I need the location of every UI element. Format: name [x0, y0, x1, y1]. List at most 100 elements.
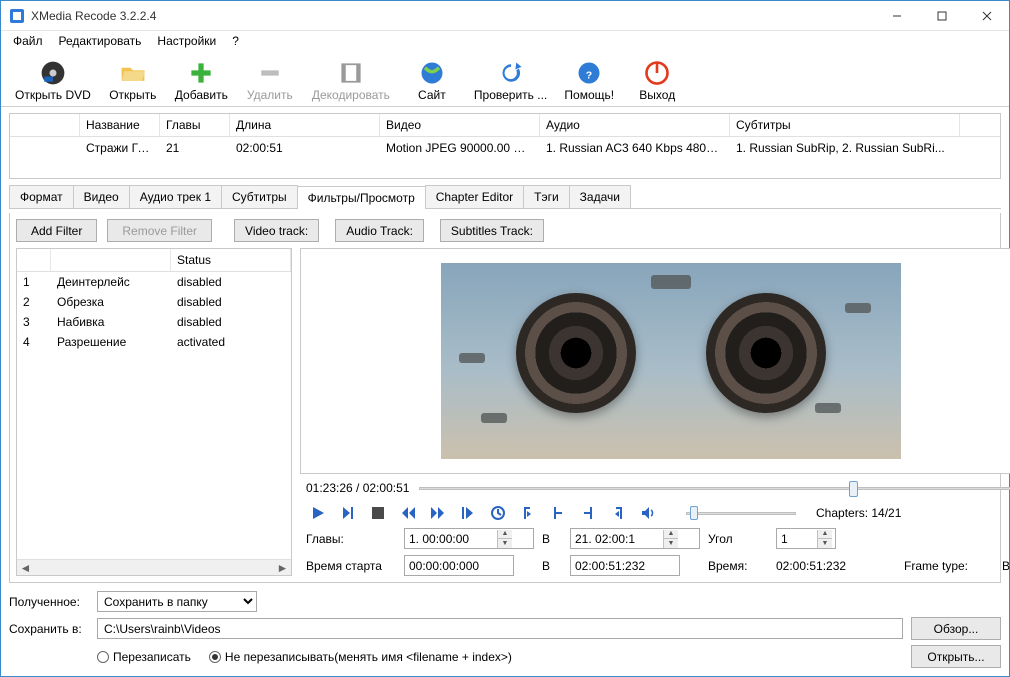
col-audio[interactable]: Аудио — [540, 114, 730, 136]
tab-format[interactable]: Формат — [9, 185, 74, 208]
remove-filter-button[interactable]: Remove Filter — [107, 219, 212, 242]
scroll-right-icon[interactable]: ► — [274, 560, 291, 575]
audio-track-select[interactable]: Audio Track: — [335, 219, 424, 242]
open-folder-button[interactable]: Открыть... — [911, 645, 1001, 668]
tabstrip: Формат Видео Аудио трек 1 Субтитры Фильт… — [9, 185, 1001, 209]
exit-button[interactable]: Выход — [625, 57, 689, 104]
stop-button[interactable] — [366, 502, 390, 524]
help-label: Помощь! — [564, 88, 614, 102]
browse-button[interactable]: Обзор... — [911, 617, 1001, 640]
filter-name: Деинтерлейс — [51, 272, 171, 292]
tab-tags[interactable]: Тэги — [523, 185, 570, 208]
mark-out-button[interactable] — [606, 502, 630, 524]
col-subs[interactable]: Субтитры — [730, 114, 960, 136]
chapters-label: Главы: — [306, 532, 396, 546]
cell-chapters: 21 — [160, 137, 230, 159]
col-length[interactable]: Длина — [230, 114, 380, 136]
end-time-input[interactable] — [570, 555, 680, 576]
open-label: Открыть — [109, 88, 156, 102]
overwrite-radio[interactable]: Перезаписать — [97, 650, 191, 664]
tab-jobs[interactable]: Задачи — [569, 185, 631, 208]
filter-index: 4 — [17, 332, 51, 352]
col-video[interactable]: Видео — [380, 114, 540, 136]
play-button[interactable] — [306, 502, 330, 524]
col-name[interactable]: Название — [80, 114, 160, 136]
add-button[interactable]: Добавить — [169, 57, 234, 104]
subs-track-select[interactable]: Subtitles Track: — [440, 219, 544, 242]
menu-file[interactable]: Файл — [5, 32, 51, 50]
menu-help[interactable]: ? — [224, 32, 247, 50]
tab-filters[interactable]: Фильтры/Просмотр — [297, 186, 426, 209]
step-button[interactable] — [456, 502, 480, 524]
list-item[interactable]: 1 Деинтерлейс disabled — [17, 272, 291, 292]
site-label: Сайт — [418, 88, 446, 102]
video-track-select[interactable]: Video track: — [234, 219, 319, 242]
filter-status: disabled — [171, 312, 291, 332]
angle-input[interactable] — [777, 530, 817, 548]
mark-start-button[interactable] — [546, 502, 570, 524]
add-filter-button[interactable]: Add Filter — [16, 219, 97, 242]
tab-video[interactable]: Видео — [73, 185, 130, 208]
plus-icon — [187, 59, 215, 87]
remove-label: Удалить — [247, 88, 293, 102]
open-dvd-button[interactable]: Открыть DVD — [9, 57, 97, 104]
titlebar: XMedia Recode 3.2.2.4 — [1, 1, 1009, 31]
forward-button[interactable] — [426, 502, 450, 524]
tab-audio1[interactable]: Аудио трек 1 — [129, 185, 222, 208]
volume-button[interactable] — [636, 502, 660, 524]
b-label-2: B — [542, 559, 562, 573]
filter-list[interactable]: Status 1 Деинтерлейс disabled 2 Обрезка … — [16, 248, 292, 576]
open-dvd-label: Открыть DVD — [15, 88, 91, 102]
col-chapters[interactable]: Главы — [160, 114, 230, 136]
chapter-to-spin[interactable]: ▲▼ — [570, 528, 700, 549]
list-item[interactable]: 3 Набивка disabled — [17, 312, 291, 332]
clock-button[interactable] — [486, 502, 510, 524]
filter-list-header: Status — [17, 249, 291, 272]
add-label: Добавить — [175, 88, 228, 102]
mark-in-button[interactable] — [516, 502, 540, 524]
open-button[interactable]: Открыть — [101, 57, 165, 104]
globe-icon — [418, 59, 446, 87]
angle-spin[interactable]: ▲▼ — [776, 528, 836, 549]
tab-chapter[interactable]: Chapter Editor — [425, 185, 524, 208]
table-row[interactable]: Стражи Га... 21 02:00:51 Motion JPEG 900… — [10, 137, 1000, 159]
tab-subs[interactable]: Субтитры — [221, 185, 298, 208]
check-update-button[interactable]: Проверить ... — [468, 57, 553, 104]
remove-button[interactable]: Удалить — [238, 57, 302, 104]
list-item[interactable]: 2 Обрезка disabled — [17, 292, 291, 312]
minus-icon — [256, 59, 284, 87]
no-overwrite-radio[interactable]: Не перезаписывать(менять имя <filename +… — [209, 650, 512, 664]
save-in-label: Сохранить в: — [9, 622, 89, 636]
list-item[interactable]: 4 Разрешение activated — [17, 332, 291, 352]
filter-scrollbar[interactable]: ◄ ► — [17, 559, 291, 575]
output-mode-combo[interactable]: Сохранить в папку — [97, 591, 257, 612]
seek-slider[interactable] — [419, 478, 1010, 498]
zoom-slider[interactable] — [686, 505, 796, 521]
chapter-from-spin[interactable]: ▲▼ — [404, 528, 534, 549]
toolbar: Открыть DVD Открыть Добавить Удалить Дек… — [1, 51, 1009, 107]
chapter-to-input[interactable] — [571, 530, 663, 548]
menu-settings[interactable]: Настройки — [149, 32, 224, 50]
seek-thumb[interactable] — [849, 481, 858, 497]
filter-index: 2 — [17, 292, 51, 312]
maximize-button[interactable] — [919, 1, 964, 30]
col-status[interactable]: Status — [171, 249, 291, 271]
file-grid[interactable]: Название Главы Длина Видео Аудио Субтитр… — [9, 113, 1001, 179]
rewind-button[interactable] — [396, 502, 420, 524]
help-button[interactable]: ? Помощь! — [557, 57, 621, 104]
chapter-from-input[interactable] — [405, 530, 497, 548]
encode-button[interactable]: Декодировать — [306, 57, 396, 104]
scroll-left-icon[interactable]: ◄ — [17, 560, 34, 575]
start-time-input[interactable] — [404, 555, 514, 576]
mark-end-button[interactable] — [576, 502, 600, 524]
next-button[interactable] — [336, 502, 360, 524]
menu-edit[interactable]: Редактировать — [51, 32, 150, 50]
site-button[interactable]: Сайт — [400, 57, 464, 104]
time-label: Время: — [708, 559, 768, 573]
output-path-input[interactable] — [97, 618, 903, 639]
time-value: 02:00:51:232 — [776, 559, 896, 573]
minimize-button[interactable] — [874, 1, 919, 30]
overwrite-label: Перезаписать — [113, 650, 191, 664]
close-button[interactable] — [964, 1, 1009, 30]
angle-label: Угол — [708, 532, 768, 546]
